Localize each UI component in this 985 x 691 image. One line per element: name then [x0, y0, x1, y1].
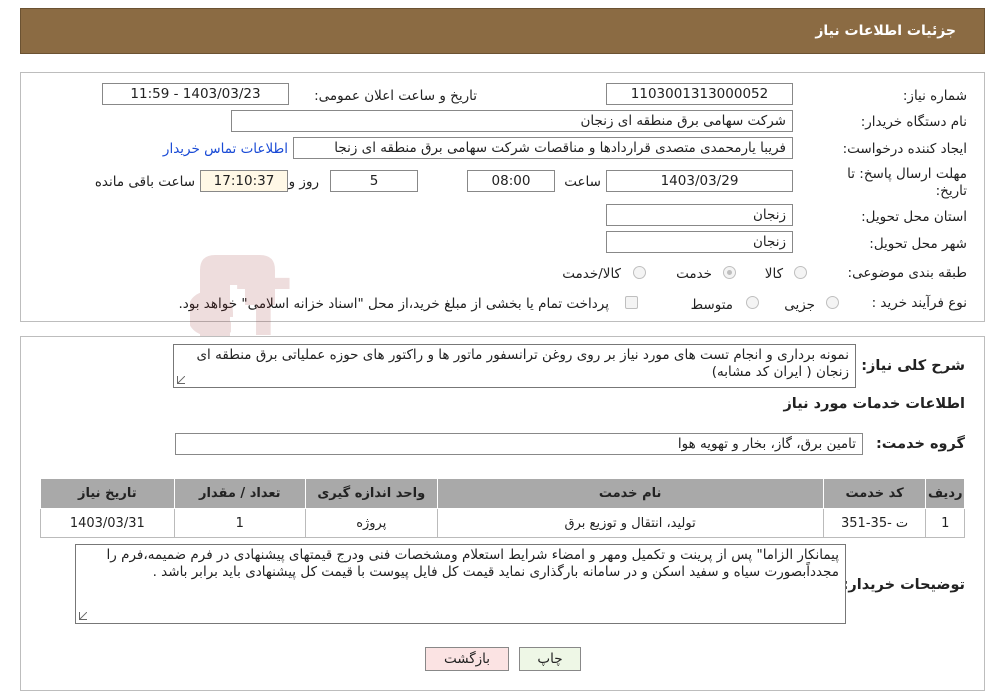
- remaining-time-field: 17:10:37: [200, 170, 288, 192]
- days-field[interactable]: 5: [330, 170, 418, 192]
- deadline-time-field[interactable]: 08:00: [467, 170, 555, 192]
- buyer-label: نام دستگاه خریدار:: [860, 114, 967, 130]
- process-option-medium-label: متوسط: [690, 297, 733, 313]
- cell-row: 1: [925, 508, 965, 538]
- col-qty-header: تعداد / مقدار: [173, 478, 307, 509]
- city-field[interactable]: زنجان: [606, 231, 793, 253]
- buyer-field[interactable]: شرکت سهامی برق منطقه ای زنجان: [231, 110, 793, 132]
- resize-grip-icon[interactable]: [177, 376, 185, 384]
- col-row-header: ردیف: [925, 478, 965, 509]
- category-option-service-label: خدمت: [676, 266, 712, 282]
- services-section-title: اطلاعات خدمات مورد نیاز: [783, 396, 965, 412]
- remaining-label: ساعت باقی مانده: [94, 174, 195, 190]
- table-header-row: ردیف کد خدمت نام خدمت واحد اندازه گیری ت…: [40, 478, 965, 509]
- back-button[interactable]: بازگشت: [425, 647, 509, 671]
- deadline-label-date: تاریخ:: [935, 183, 967, 199]
- cell-date: 1403/03/31: [40, 508, 175, 538]
- process-minor-radio[interactable]: [826, 296, 839, 309]
- table-row: 1 ت -35-351 تولید، انتقال و توزیع برق پر…: [40, 508, 965, 538]
- process-label: نوع فرآیند خرید :: [871, 295, 967, 311]
- buyer-notes-label: توضیحات خریدار:: [842, 577, 965, 593]
- description-textarea[interactable]: نمونه برداری و انجام تست های مورد نیاز ب…: [173, 344, 856, 388]
- print-button[interactable]: چاپ: [519, 647, 581, 671]
- category-both-radio[interactable]: [633, 266, 646, 279]
- creator-field[interactable]: فریبا یارمحمدی متصدی قراردادها و مناقصات…: [293, 137, 793, 159]
- cell-unit: پروژه: [305, 508, 438, 538]
- need-number-label: شماره نیاز:: [902, 88, 967, 104]
- cell-name: تولید، انتقال و توزیع برق: [436, 508, 824, 538]
- province-label: استان محل تحویل:: [861, 209, 967, 225]
- province-field[interactable]: زنجان: [606, 204, 793, 226]
- cell-code: ت -35-351: [822, 508, 927, 538]
- services-table: ردیف کد خدمت نام خدمت واحد اندازه گیری ت…: [40, 478, 965, 538]
- description-label: شرح کلی نیاز:: [861, 358, 965, 374]
- category-option-goods-label: کالا: [764, 266, 783, 282]
- process-medium-radio[interactable]: [746, 296, 759, 309]
- service-group-label: گروه خدمت:: [875, 436, 965, 452]
- category-option-both-label: کالا/خدمت: [562, 266, 621, 282]
- deadline-time-label: ساعت: [564, 174, 601, 190]
- page-header: جزئیات اطلاعات نیاز: [20, 8, 985, 54]
- col-name-header: نام خدمت: [436, 478, 824, 509]
- cell-qty: 1: [173, 508, 307, 538]
- buyer-notes-textarea[interactable]: پیمانکار الزاما" پس از پرینت و تکمیل ومه…: [75, 544, 846, 624]
- announce-label: تاریخ و ساعت اعلان عمومی:: [314, 88, 477, 104]
- city-label: شهر محل تحویل:: [869, 236, 967, 252]
- creator-label: ایجاد کننده درخواست:: [842, 141, 967, 157]
- col-unit-header: واحد اندازه گیری: [305, 478, 438, 509]
- buyer-notes-text: پیمانکار الزاما" پس از پرینت و تکمیل ومه…: [106, 547, 839, 580]
- process-note: پرداخت تمام یا بخشی از مبلغ خرید،از محل …: [178, 296, 609, 312]
- resize-grip-icon[interactable]: [79, 612, 87, 620]
- deadline-date-field[interactable]: 1403/03/29: [606, 170, 793, 192]
- announce-field[interactable]: 1403/03/23 - 11:59: [102, 83, 289, 105]
- need-number-field[interactable]: 1103001313000052: [606, 83, 793, 105]
- category-service-radio[interactable]: [723, 266, 736, 279]
- col-code-header: کد خدمت: [822, 478, 927, 509]
- description-text: نمونه برداری و انجام تست های مورد نیاز ب…: [196, 347, 849, 380]
- buyer-contact-link[interactable]: اطلاعات تماس خریدار: [163, 141, 288, 157]
- page-title: جزئیات اطلاعات نیاز: [815, 23, 956, 39]
- days-label: روز و: [288, 174, 319, 190]
- service-group-field[interactable]: تامین برق، گاز، بخار و تهویه هوا: [175, 433, 863, 455]
- col-date-header: تاریخ نیاز: [40, 478, 175, 509]
- process-option-minor-label: جزیی: [784, 297, 815, 313]
- category-goods-radio[interactable]: [794, 266, 807, 279]
- treasury-payment-checkbox[interactable]: [625, 296, 638, 309]
- deadline-label: مهلت ارسال پاسخ: تا: [847, 166, 967, 182]
- category-label: طبقه بندی موضوعی:: [847, 265, 967, 281]
